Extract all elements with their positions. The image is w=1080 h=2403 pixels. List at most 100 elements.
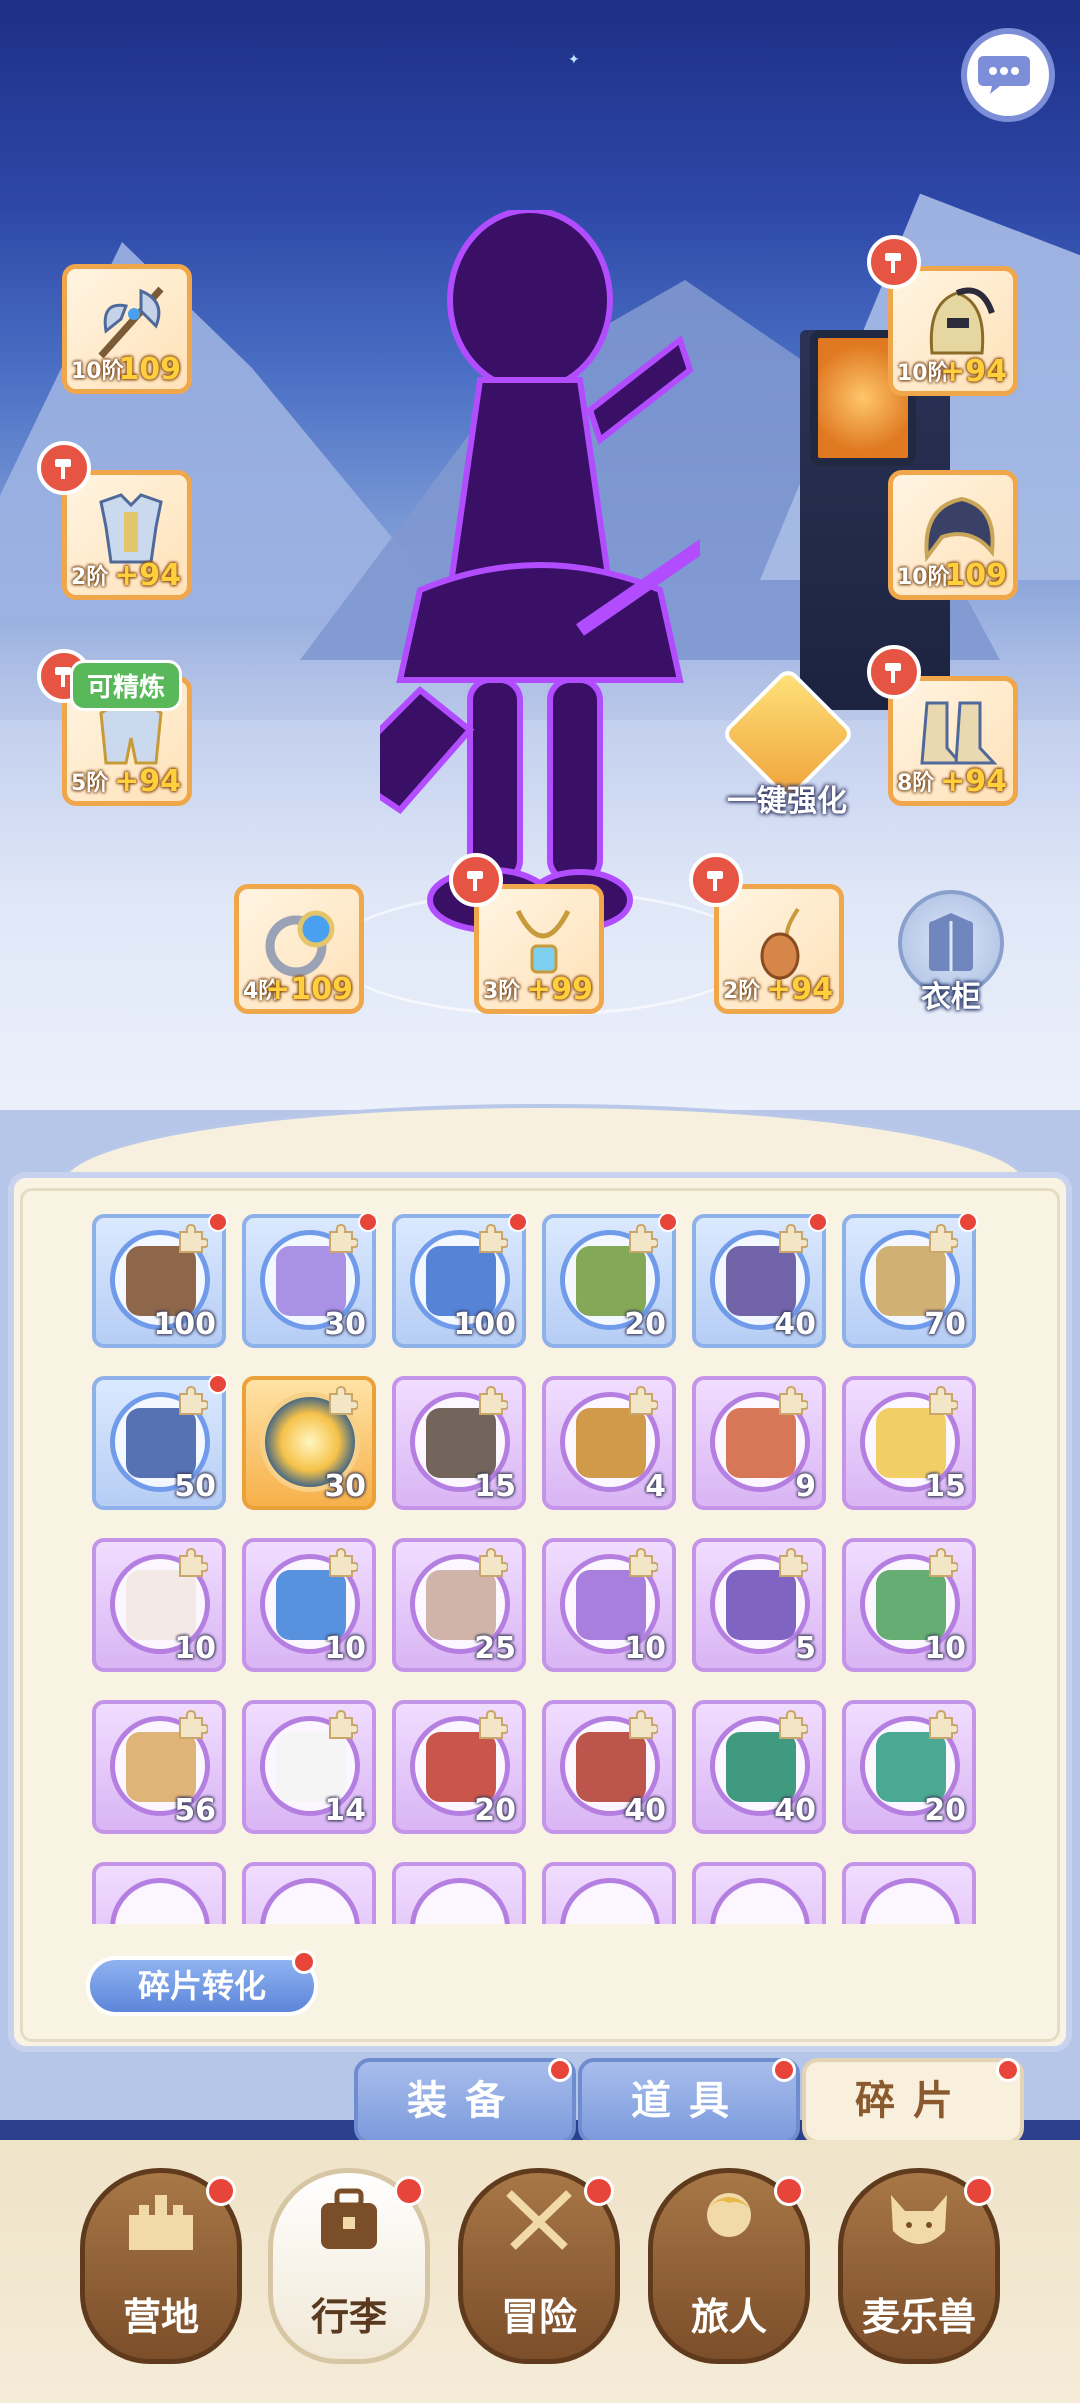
notification-dot	[808, 1214, 828, 1232]
tab-items[interactable]: 道具	[578, 2058, 800, 2144]
tier-label: 5阶	[71, 771, 109, 796]
puzzle-piece-icon	[924, 1222, 960, 1256]
fragment-count: 10	[174, 1631, 216, 1666]
fragment-item[interactable]: 15	[842, 1376, 976, 1510]
puzzle-piece-icon	[624, 1546, 660, 1580]
notification-dot	[548, 2058, 572, 2082]
equip-slot-chest[interactable]: 2阶 +94	[37, 441, 192, 600]
necklace-icon	[493, 899, 593, 983]
tier-label: 2阶	[723, 979, 761, 1004]
fragment-item[interactable]: 40	[692, 1214, 828, 1348]
equip-slot-helmet[interactable]: 10阶 +94	[867, 235, 1018, 396]
notification-dot	[358, 1214, 378, 1232]
equip-slot-necklace[interactable]: 3阶 +99	[449, 853, 604, 1014]
helmet-icon	[907, 281, 1007, 365]
fragment-item-partial[interactable]	[92, 1862, 226, 1924]
fragment-item[interactable]: 70	[842, 1214, 978, 1348]
nav-label: 麦乐兽	[861, 2295, 976, 2339]
equip-slot-boots[interactable]: 8阶 +94	[867, 645, 1018, 806]
fragment-item-partial[interactable]	[842, 1862, 976, 1924]
fragment-item[interactable]: 10	[92, 1538, 226, 1672]
fragment-item[interactable]: 20	[392, 1700, 526, 1834]
nav-label: 旅人	[690, 2295, 767, 2339]
nav-luggage[interactable]: 行李	[268, 2168, 430, 2368]
castle-icon	[116, 2180, 206, 2260]
equip-slot-weapon[interactable]: 10阶 109	[62, 264, 192, 394]
puzzle-piece-icon	[924, 1546, 960, 1580]
bonus-value: 109	[944, 558, 1007, 593]
fire-skill-icon	[426, 1732, 496, 1802]
fragment-item[interactable]: 25	[392, 1538, 526, 1672]
bonus-value: +94	[114, 558, 181, 593]
snake-icon	[876, 1570, 946, 1640]
fragment-item[interactable]: 9	[692, 1376, 826, 1510]
fragment-count: 40	[774, 1307, 816, 1342]
nav-label: 行李	[310, 2295, 387, 2339]
nav-pets[interactable]: 麦乐兽	[838, 2168, 1000, 2368]
fragment-count: 5	[795, 1631, 816, 1666]
cat-icon	[126, 1570, 196, 1640]
fragment-item[interactable]: 4	[542, 1376, 676, 1510]
fragment-item[interactable]: 100	[392, 1214, 528, 1348]
fragment-item[interactable]: 20	[842, 1700, 976, 1834]
fragment-item[interactable]: 40	[542, 1700, 676, 1834]
equip-slot-hood[interactable]: 10阶 109	[888, 470, 1018, 600]
fragment-item[interactable]: 40	[692, 1700, 826, 1834]
hand-skill-icon	[876, 1732, 946, 1802]
notification-dot	[958, 1214, 978, 1232]
charm-icon	[733, 899, 833, 983]
fragment-item[interactable]: 10	[542, 1538, 676, 1672]
notification-dot	[772, 2058, 796, 2082]
nav-camp[interactable]: 营地	[80, 2168, 242, 2368]
fragment-item[interactable]: 15	[392, 1376, 526, 1510]
fragment-item[interactable]: 30	[242, 1376, 376, 1510]
fragment-grid[interactable]: 100 30 100 20 40 70 50 30 15 4 9 15 10 10 25 10 5 10 56 14 2…	[92, 1214, 992, 1924]
bonus-value: +109	[265, 972, 353, 1007]
wardrobe-button[interactable]: 衣柜	[892, 890, 1010, 1020]
fragment-item[interactable]: 30	[242, 1214, 378, 1348]
fragment-count: 56	[174, 1793, 216, 1828]
one-click-enhance-button[interactable]: 一键强化	[712, 666, 856, 819]
puzzle-piece-icon	[324, 1546, 360, 1580]
chat-button[interactable]	[961, 28, 1055, 122]
fragment-item[interactable]: 56	[92, 1700, 226, 1834]
nav-label: 营地	[122, 2295, 199, 2339]
book-icon	[726, 1246, 796, 1316]
fragment-count: 30	[324, 1307, 366, 1342]
fragment-convert-button[interactable]: 碎片转化	[86, 1956, 318, 2016]
fragment-item[interactable]: 10	[842, 1538, 976, 1672]
fragment-item-partial[interactable]	[242, 1862, 376, 1924]
boots-icon	[907, 691, 1007, 775]
nav-adventure[interactable]: 冒险	[458, 2168, 620, 2368]
notification-dot	[964, 2176, 994, 2206]
refinable-tag: 可精炼	[70, 660, 183, 711]
puzzle-piece-icon	[624, 1708, 660, 1742]
fragment-count: 25	[474, 1631, 516, 1666]
fragment-item[interactable]: 10	[242, 1538, 376, 1672]
nav-travelers[interactable]: 旅人	[648, 2168, 810, 2368]
puzzle-piece-icon	[324, 1222, 360, 1256]
equip-slot-ring[interactable]: 4阶 +109	[234, 884, 364, 1014]
fragment-count: 40	[624, 1793, 666, 1828]
fragment-item-partial[interactable]	[542, 1862, 676, 1924]
fragment-item[interactable]: 5	[692, 1538, 826, 1672]
equip-slot-charm[interactable]: 2阶 +94	[689, 853, 844, 1014]
tab-equipment[interactable]: 装备	[354, 2058, 576, 2144]
tier-label: 10阶	[897, 565, 950, 590]
character-silhouette[interactable]	[380, 210, 700, 960]
fragment-item[interactable]: 20	[542, 1214, 678, 1348]
dog-icon	[126, 1732, 196, 1802]
notification-dot	[996, 2058, 1020, 2082]
fragment-item[interactable]: 14	[242, 1700, 376, 1834]
enhance-label: 一键强化	[727, 784, 847, 819]
nav-label: 冒险	[500, 2295, 577, 2339]
fragment-item[interactable]: 50	[92, 1374, 228, 1510]
tab-fragments[interactable]: 碎片	[802, 2058, 1024, 2144]
fragment-item-partial[interactable]	[692, 1862, 826, 1924]
notification-dot	[774, 2176, 804, 2206]
notification-dot	[508, 1214, 528, 1232]
fragment-item-partial[interactable]	[392, 1862, 526, 1924]
puzzle-piece-icon	[774, 1222, 810, 1256]
fragment-item[interactable]: 100	[92, 1214, 228, 1348]
fragment-count: 10	[924, 1631, 966, 1666]
